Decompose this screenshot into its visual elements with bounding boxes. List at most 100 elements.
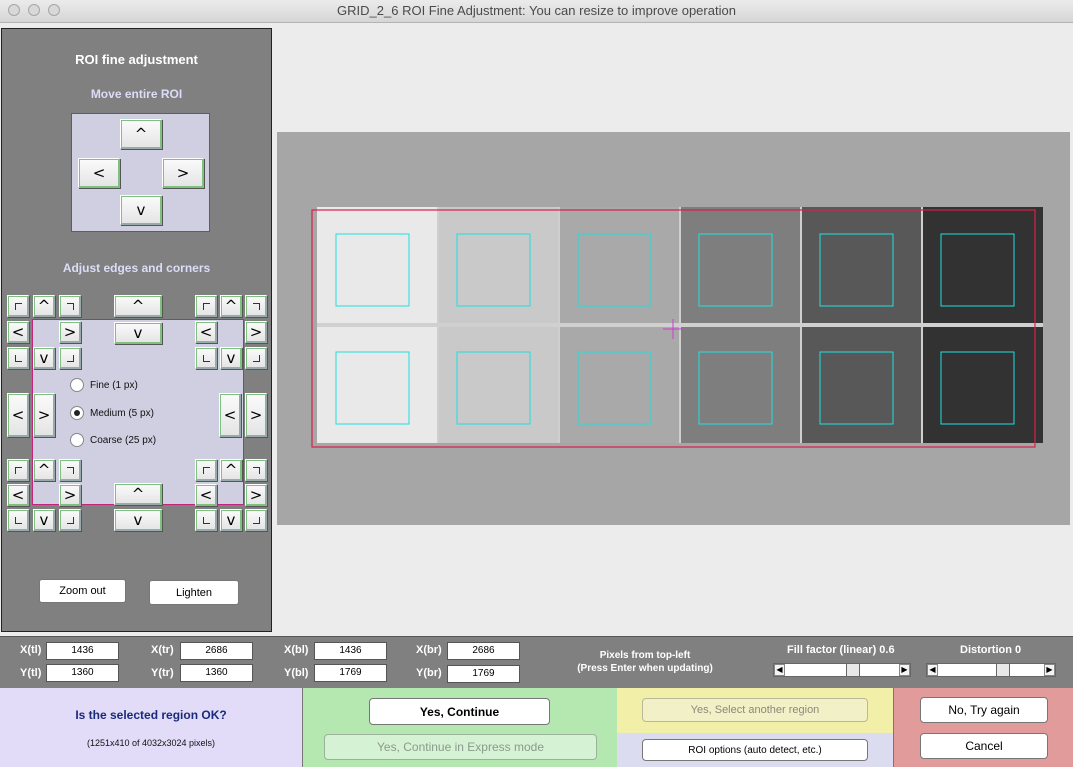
corner-tr-icon xyxy=(252,302,260,310)
radio-medium-label: Medium (5 px) xyxy=(90,408,154,419)
tr-corner-bl-button[interactable] xyxy=(195,347,217,369)
yes-continue-button[interactable]: Yes, Continue xyxy=(369,698,550,725)
tr-up-button[interactable]: ^ xyxy=(220,295,242,317)
bl-corner-tr-button[interactable] xyxy=(59,459,81,481)
x-bl-input[interactable]: 1436 xyxy=(314,642,387,660)
tl-corner-tr-button[interactable] xyxy=(59,295,81,317)
distortion-thumb[interactable] xyxy=(996,663,1011,677)
bl-up-button[interactable]: ^ xyxy=(33,459,55,481)
coordinate-bar: X(tl) 1436 Y(tl) 1360 X(tr) 2686 Y(tr) 1… xyxy=(0,636,1073,689)
br-corner-bl-button[interactable] xyxy=(195,509,217,531)
radio-fine[interactable] xyxy=(70,378,84,392)
y-tl-label: Y(tl) xyxy=(20,667,42,679)
another-region-panel: Yes, Select another region xyxy=(617,688,893,733)
slider-right-arrow-icon[interactable]: ▶ xyxy=(899,664,910,676)
x-tr-input[interactable]: 2686 xyxy=(180,642,253,660)
y-tr-input[interactable]: 1360 xyxy=(180,664,253,682)
tl-right-button[interactable]: > xyxy=(59,321,81,343)
slider-left-arrow-icon[interactable]: ◀ xyxy=(927,664,938,676)
chart-image-svg xyxy=(311,207,1043,448)
zoom-out-button[interactable]: Zoom out xyxy=(39,579,126,603)
move-roi-label: Move entire ROI xyxy=(90,87,183,101)
x-br-input[interactable]: 2686 xyxy=(447,642,520,660)
pixels-note: Pixels from top-left (Press Enter when u… xyxy=(560,649,730,675)
gray-patch xyxy=(317,325,438,443)
br-corner-button[interactable] xyxy=(245,509,267,531)
radio-medium[interactable] xyxy=(70,406,84,420)
move-left-button[interactable]: < xyxy=(78,158,120,188)
y-br-label: Y(br) xyxy=(416,667,442,679)
br-corner-tr-button[interactable] xyxy=(245,459,267,481)
tl-corner-bl-button[interactable] xyxy=(7,347,29,369)
move-up-button[interactable]: ^ xyxy=(120,119,162,149)
right-edge-right-button[interactable]: > xyxy=(245,393,267,437)
bl-corner-br-button[interactable] xyxy=(59,509,81,531)
corner-bl-icon xyxy=(202,516,210,524)
tl-left-button[interactable]: < xyxy=(7,321,29,343)
left-edge-right-button[interactable]: > xyxy=(33,393,55,437)
tr-corner-br-button[interactable] xyxy=(245,347,267,369)
pixels-note-line1: Pixels from top-left xyxy=(599,650,691,661)
yes-express-button[interactable]: Yes, Continue in Express mode xyxy=(324,734,597,760)
continue-panel: Yes, Continue Yes, Continue in Express m… xyxy=(303,688,617,767)
try-again-button[interactable]: No, Try again xyxy=(920,697,1048,723)
tr-right-button[interactable]: > xyxy=(245,321,267,343)
bl-down-button[interactable]: v xyxy=(33,509,55,531)
roi-options-panel: ROI options (auto detect, etc.) xyxy=(617,733,893,767)
x-tl-input[interactable]: 1436 xyxy=(46,642,119,660)
gray-patch xyxy=(438,207,559,325)
corner-tl-icon xyxy=(202,466,210,474)
roi-adjust-panel: ROI fine adjustment Move entire ROI ^ < … xyxy=(1,28,272,632)
lighten-button[interactable]: Lighten xyxy=(149,580,239,605)
x-br-label: X(br) xyxy=(416,644,442,656)
bottom-edge-down-button[interactable]: v xyxy=(114,509,162,531)
yes-another-region-button[interactable]: Yes, Select another region xyxy=(642,698,868,722)
br-corner-tl-button[interactable] xyxy=(195,459,217,481)
move-right-button[interactable]: > xyxy=(162,158,204,188)
bl-left-button[interactable]: < xyxy=(7,484,29,506)
cancel-button[interactable]: Cancel xyxy=(920,733,1048,759)
distortion-label: Distortion 0 xyxy=(960,644,1022,656)
br-up-button[interactable]: ^ xyxy=(220,459,242,481)
slider-left-arrow-icon[interactable]: ◀ xyxy=(774,664,785,676)
br-right-button[interactable]: > xyxy=(245,484,267,506)
tl-corner-button[interactable] xyxy=(7,295,29,317)
distortion-slider[interactable]: ◀ ▶ xyxy=(926,663,1056,677)
region-ok-panel: Is the selected region OK? (1251x410 of … xyxy=(0,688,303,767)
y-bl-input[interactable]: 1769 xyxy=(314,664,387,682)
br-down-button[interactable]: v xyxy=(220,509,242,531)
bottom-edge-up-button[interactable]: ^ xyxy=(114,483,162,505)
br-left-button[interactable]: < xyxy=(195,484,217,506)
tl-corner-br-button[interactable] xyxy=(59,347,81,369)
roi-image-view[interactable] xyxy=(277,132,1070,525)
bl-right-button[interactable]: > xyxy=(59,484,81,506)
bl-corner-tl-button[interactable] xyxy=(7,459,29,481)
fill-factor-thumb[interactable] xyxy=(846,663,861,677)
radio-coarse[interactable] xyxy=(70,433,84,447)
move-down-button[interactable]: v xyxy=(120,195,162,225)
gray-patch xyxy=(317,207,438,325)
left-edge-left-button[interactable]: < xyxy=(7,393,29,437)
slider-right-arrow-icon[interactable]: ▶ xyxy=(1044,664,1055,676)
tr-left-button[interactable]: < xyxy=(195,321,217,343)
fill-factor-slider[interactable]: ◀ ▶ xyxy=(773,663,911,677)
tl-up-button[interactable]: ^ xyxy=(33,295,55,317)
corner-tr-icon xyxy=(66,466,74,474)
tr-corner-button[interactable] xyxy=(245,295,267,317)
top-edge-down-button[interactable]: v xyxy=(114,322,162,344)
y-br-input[interactable]: 1769 xyxy=(447,665,520,683)
tl-down-button[interactable]: v xyxy=(33,347,55,369)
top-edge-up-button[interactable]: ^ xyxy=(114,295,162,317)
y-tl-input[interactable]: 1360 xyxy=(46,664,119,682)
corner-br-icon xyxy=(66,516,74,524)
roi-options-button[interactable]: ROI options (auto detect, etc.) xyxy=(642,739,868,761)
y-bl-label: Y(bl) xyxy=(284,667,309,679)
right-edge-left-button[interactable]: < xyxy=(219,393,241,437)
fill-factor-label: Fill factor (linear) 0.6 xyxy=(787,644,895,656)
region-question: Is the selected region OK? xyxy=(75,708,227,722)
tr-down-button[interactable]: v xyxy=(220,347,242,369)
gray-patch xyxy=(438,325,559,443)
bl-corner-button[interactable] xyxy=(7,509,29,531)
x-bl-label: X(bl) xyxy=(284,644,309,656)
tr-corner-tl-button[interactable] xyxy=(195,295,217,317)
